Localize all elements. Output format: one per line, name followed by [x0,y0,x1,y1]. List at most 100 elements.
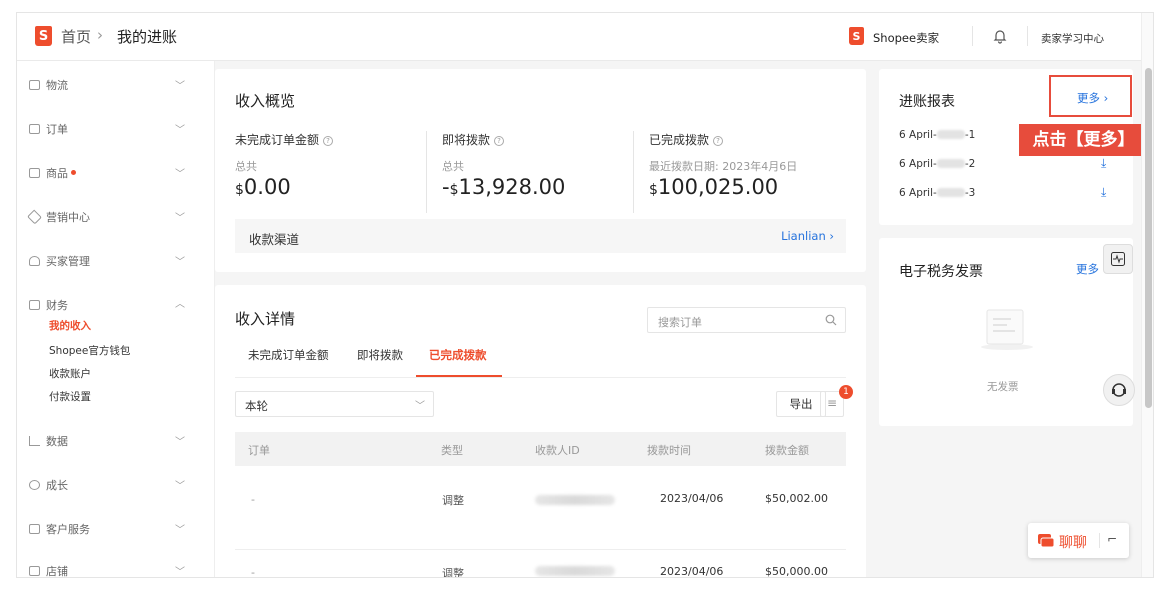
search-icon[interactable] [825,314,837,326]
redacted-text [936,130,965,139]
report-file-2[interactable]: 6 April- -2 [899,158,975,170]
headset-icon[interactable] [1103,374,1135,406]
row-order: - [251,493,255,506]
shopee-seller-icon: S [849,27,864,45]
payout-channel-label: 收款渠道 [249,232,300,247]
scrollbar-thumb[interactable] [1145,68,1152,408]
table-header: 订单 类型 收款人ID 拨款时间 拨款金额 [235,432,846,466]
payout-channel-link[interactable]: Lianlian › [781,229,834,243]
sidebar-item-marketing[interactable]: 营销中心 [27,209,90,225]
sidebar-item-orders[interactable]: 订单 [29,121,68,137]
learning-center-link[interactable]: 卖家学习中心 [1041,31,1104,46]
sidebar-sub-income[interactable]: 我的收入 [49,318,91,333]
divider [1027,26,1028,46]
tag-icon [27,209,42,225]
last-payout-date: 最近拨款日期: 2023年4月6日 [649,160,798,173]
sidebar-sub-bank-account[interactable]: 收款账户 [49,366,91,381]
period-select[interactable]: 本轮 ﹀ [235,391,434,417]
sidebar: 物流 ﹀ 订单 ﹀ 商品 ﹀ 营销中心 ﹀ 买家管理 ﹀ 财务 ︿ 我的收入 S… [17,61,215,577]
row-time: 2023/04/06 [660,492,724,505]
chat-icon [1038,534,1054,548]
box-icon [29,168,40,178]
sidebar-item-finance[interactable]: 财务 [29,297,68,313]
chevron-down-icon[interactable]: ﹀ [175,209,185,224]
chat-minimize-icon[interactable]: ⌐ [1107,532,1117,546]
sidebar-item-shop[interactable]: 店铺 [29,563,68,577]
report-more-link[interactable]: 更多 › [1077,90,1108,106]
chevron-down-icon[interactable]: ﹀ [175,477,185,492]
invoice-more-link[interactable]: 更多 [1076,261,1099,277]
chat-widget[interactable]: 聊聊 ⌐ [1028,523,1129,558]
completed-amount: $100,025.00 [649,175,779,199]
column-divider [633,131,634,213]
help-icon[interactable]: ? [494,136,505,146]
row-type: 调整 [442,567,464,578]
seller-label[interactable]: Shopee卖家 [873,30,939,46]
income-overview-card: 收入概览 未完成订单金额? 总共 $0.00 即将拨款? 总共 -$13,928… [215,69,866,272]
chevron-up-icon[interactable]: ︿ [175,295,185,310]
chevron-down-icon[interactable]: ﹀ [175,563,185,577]
column-header-payee-id: 收款人ID [535,444,580,457]
chevron-down-icon[interactable]: ﹀ [175,165,185,180]
sidebar-item-products[interactable]: 商品 [29,165,76,181]
report-file-1[interactable]: 6 April- -1 [899,129,975,141]
chevron-down-icon[interactable]: ﹀ [175,521,185,536]
chat-bubble-icon [29,524,40,534]
column-header-order: 订单 [248,444,270,457]
sidebar-item-growth[interactable]: 成长 [29,477,68,493]
no-invoice-text: 无发票 [987,381,1019,393]
help-icon[interactable]: ? [713,136,724,146]
sidebar-item-logistics[interactable]: 物流 [29,77,68,93]
row-amount: $50,002.00 [765,492,828,505]
tab-pending-orders[interactable]: 未完成订单金额 [248,347,329,363]
download-icon[interactable]: ⤓ [1101,185,1106,200]
sidebar-item-customer-service[interactable]: 客户服务 [29,521,90,537]
chevron-down-icon[interactable]: ﹀ [175,121,185,136]
completed-payout-label: 已完成拨款? [649,131,724,148]
truck-icon [29,80,40,90]
pending-amount: $0.00 [235,175,291,199]
redacted-text [936,159,965,168]
pending-orders-label: 未完成订单金额? [235,131,334,148]
export-button[interactable]: 导出 [776,391,826,417]
search-placeholder: 搜索订单 [658,316,702,329]
tab-divider [235,377,846,378]
wallet-icon [29,300,40,310]
chart-icon [29,436,40,446]
sidebar-item-data[interactable]: 数据 [29,433,68,449]
divider [1099,533,1100,548]
upcoming-payout-label: 即将拨款? [442,131,505,148]
breadcrumb-separator: › [97,26,103,44]
report-file-3[interactable]: 6 April- -3 [899,187,975,199]
new-dot [71,170,76,175]
redacted-text [936,188,965,197]
scrollbar-track[interactable] [1141,13,1153,577]
chevron-down-icon: ﹀ [415,401,425,412]
chevron-down-icon[interactable]: ﹀ [175,433,185,448]
activity-icon[interactable] [1103,244,1133,274]
chevron-down-icon[interactable]: ﹀ [175,253,185,268]
download-icon[interactable]: ⤓ [1101,156,1106,171]
upcoming-amount: -$13,928.00 [442,175,566,199]
row-amount: $50,000.00 [765,565,828,578]
help-icon[interactable]: ? [323,136,334,146]
detail-title: 收入详情 [235,310,296,328]
row-divider [235,549,846,550]
tab-completed-payout[interactable]: 已完成拨款 [429,347,487,363]
payout-channel-row: 收款渠道 Lianlian › [235,219,846,253]
sidebar-sub-payment-settings[interactable]: 付款设置 [49,389,91,404]
order-search-input[interactable]: 搜索订单 [647,307,846,333]
tab-upcoming-payout[interactable]: 即将拨款 [357,347,403,363]
bell-icon[interactable] [993,28,1007,44]
store-icon [29,566,40,576]
empty-document-icon [981,309,1033,350]
breadcrumb-current: 我的进账 [117,28,178,46]
breadcrumb-home[interactable]: 首页 [61,26,91,47]
sidebar-item-buyers[interactable]: 买家管理 [29,253,90,269]
row-time: 2023/04/06 [660,565,724,578]
report-title: 进账报表 [899,94,955,110]
sidebar-sub-wallet[interactable]: Shopee官方钱包 [49,343,130,358]
chevron-down-icon[interactable]: ﹀ [175,77,185,92]
divider [972,26,973,46]
shopee-logo-icon[interactable]: S [35,26,52,46]
